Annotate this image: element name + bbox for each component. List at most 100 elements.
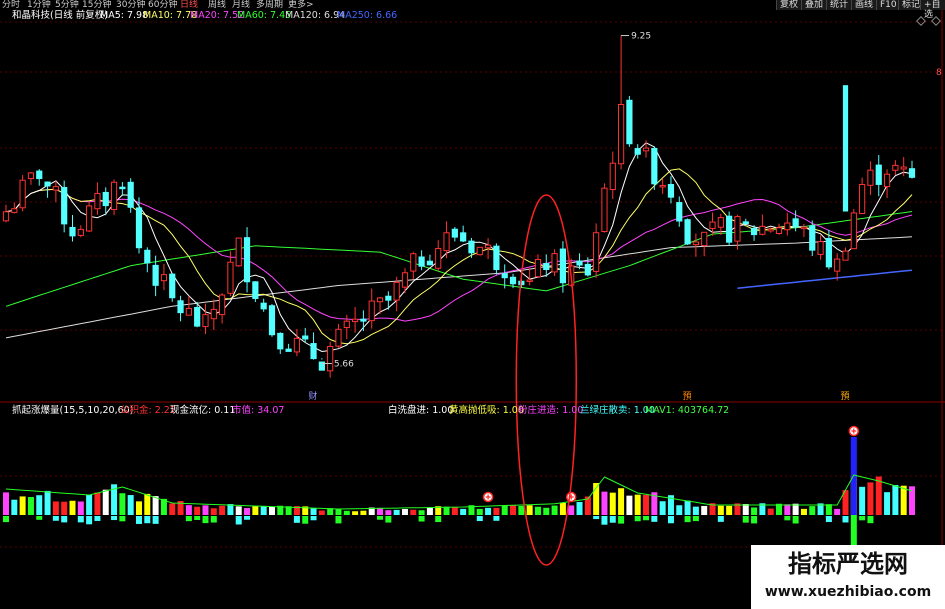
indicator-bar [609,516,616,523]
candle-body [717,217,724,228]
indicator-bar [809,506,816,515]
candle-body [352,318,359,323]
candle-body [252,281,259,299]
candle-body [526,279,533,283]
candle-body [484,244,492,249]
indicator-title: 抓起涨爆量(15,5,10,20,60) [12,405,134,416]
period-tab[interactable]: 日线 [180,0,198,10]
indicator-legend-item: MAV1: 403764.72 [645,405,730,416]
indicator-bar [244,516,251,520]
indicator-bar [867,516,874,524]
candle-body [509,276,517,285]
candle-body [360,318,367,322]
period-tab[interactable]: 1分钟 [27,0,51,10]
low-label: 5.66 [334,360,354,370]
candle-body [867,169,874,186]
indicator-bar [119,493,126,515]
indicator-bar [102,489,109,515]
candle-body [27,172,35,180]
indicator-bar [252,506,259,515]
watermark-title: 指标严选网 [788,550,908,578]
candle-body [742,221,749,225]
indicator-bar [260,506,267,515]
toolbar-button[interactable]: +自选 [920,0,945,20]
candle-body [52,186,59,191]
indicator-bar [418,510,425,515]
indicator-bar [244,508,251,515]
candle-body [684,219,691,245]
indicator-bar [684,516,691,523]
period-tab[interactable]: 周线 [208,0,226,10]
candle-body [501,273,508,279]
indicator-bar [202,516,209,524]
candle-body [152,264,159,286]
period-tab[interactable]: 30分钟 [116,0,145,10]
indicator-bar [86,494,93,515]
period-tab[interactable]: 更多> [288,0,314,10]
indicator-bar [842,516,849,523]
period-tab[interactable]: 多周期 [256,0,283,10]
indicator-bar [634,494,641,515]
period-tab[interactable]: 月线 [232,0,250,10]
indicator-bar [501,505,508,515]
indicator-bar [144,493,151,515]
period-tab[interactable]: 60分钟 [148,0,177,10]
candle-body [800,226,808,230]
indicator-bar [892,485,899,515]
indicator-bar [202,505,209,515]
watermark: 指标严选网 www.xuezhibiao.com [751,545,945,609]
toolbar-button[interactable]: 画线 [851,0,877,10]
candle-body [160,274,168,282]
candle-body [235,237,242,267]
period-tab[interactable]: 分时 [2,0,20,10]
toolbar-button[interactable]: 统计 [826,0,852,10]
indicator-bar [210,516,217,523]
indicator-bar [377,507,384,515]
toolbar-button[interactable]: 叠加 [801,0,827,10]
ma-legend-item: MA5: 7.98 [100,10,149,21]
candle-body [726,215,733,243]
toolbar-button[interactable]: F10 [876,0,900,10]
indicator-bar [152,516,159,524]
candle-body [892,164,899,171]
candle-body [302,335,309,340]
indicator-bar [401,509,408,515]
candle-body [77,228,84,236]
indicator-bar [377,516,384,520]
candle-body [310,343,317,360]
indicator-bar [867,482,874,515]
indicator-bar [634,516,641,522]
candle-body [476,246,483,256]
candle-body [543,263,550,271]
top-toolbar: 分时 1分钟 5分钟 15分钟 30分钟 60分钟 日线 周线 月线 多周期 更多> 复权 叠加 统计 画线… [0,0,945,20]
indicator-bar [510,505,517,515]
candle-body [642,147,650,152]
diamond-icon[interactable] [931,16,941,26]
indicator-bar [185,516,192,522]
candle-body [584,263,591,276]
toolbar-button[interactable]: 复权 [776,0,802,10]
candle-body [734,216,741,242]
candle-body [268,305,276,336]
candle-body [435,248,442,269]
period-tab[interactable]: 5分钟 [55,0,79,10]
candle-body [534,259,542,278]
indicator-bar [601,491,608,515]
chart-canvas[interactable]: 9.25 5.66 财 預 預 8 [0,0,945,609]
candle-body [842,85,849,212]
ma250-line [737,269,913,289]
candle-body [775,227,783,234]
indicator-bar [651,516,658,522]
indicator-bar [385,510,392,515]
indicator-bar [859,486,866,515]
indicator-bar [742,516,749,523]
indicator-bar [169,503,176,515]
candle-body [676,202,683,222]
indicator-bar [676,505,683,515]
candle-body [376,297,384,303]
indicator-bar [834,508,841,515]
candle-body [651,147,658,185]
candle-body [335,328,342,347]
candle-body [850,212,857,250]
period-tab[interactable]: 15分钟 [82,0,111,10]
